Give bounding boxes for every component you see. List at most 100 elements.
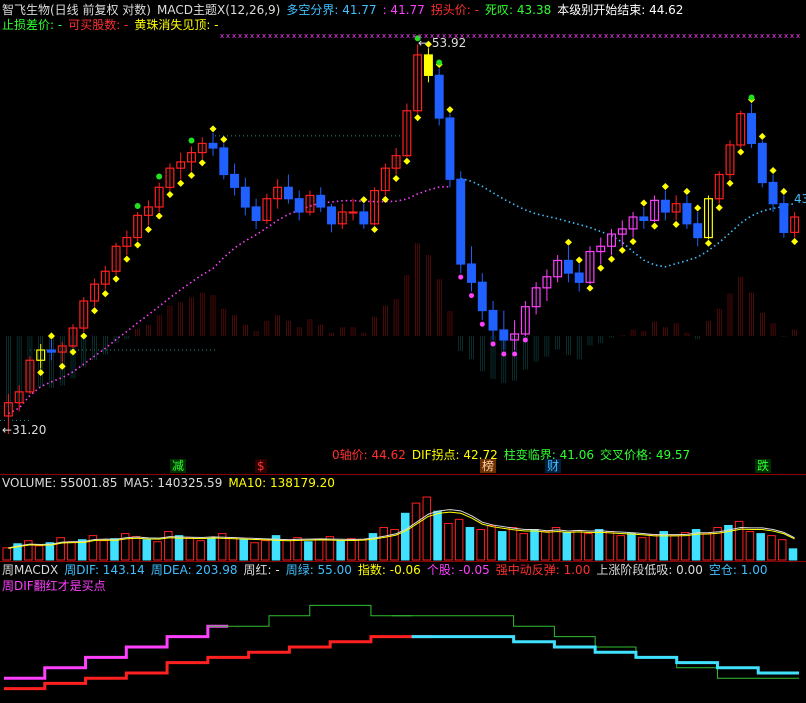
yellow-marker xyxy=(123,255,131,263)
macd-note-text: 周DIF翻红才是买点 xyxy=(2,579,106,593)
top-x-marker: x xyxy=(724,34,728,40)
candle-body xyxy=(477,281,487,312)
volume-bar xyxy=(637,537,647,561)
low-price-label: ←31.20 xyxy=(2,423,47,437)
top-x-marker: x xyxy=(538,34,542,40)
yellow-marker xyxy=(726,179,734,187)
volume-bar xyxy=(2,547,12,561)
top-x-marker: x xyxy=(406,34,410,40)
volume-bar xyxy=(487,524,496,561)
event-tag-2: 榜 xyxy=(480,459,497,473)
yellow-marker xyxy=(758,132,766,140)
ma-line-magenta xyxy=(8,185,450,415)
top-x-marker: x xyxy=(634,34,638,40)
dea-line-red xyxy=(4,635,433,691)
macd-header-item-4: 周绿: 55.00 xyxy=(285,563,352,577)
volume-bar xyxy=(164,531,173,561)
top-x-marker: x xyxy=(562,34,566,40)
divider-main-volume xyxy=(0,474,806,475)
top-x-marker: x xyxy=(772,34,776,40)
top-x-marker: x xyxy=(604,34,608,40)
dif-line-magenta xyxy=(4,624,229,680)
top-x-marker: x xyxy=(670,34,674,40)
macd-header-item-9: 空仓: 1.00 xyxy=(708,563,768,577)
top-x-marker: x xyxy=(478,34,482,40)
macd-header: 周MACDX 周DIF: 143.14 周DEA: 203.98 周红: - 周绿: 5… xyxy=(2,563,773,577)
volume-bar xyxy=(767,535,776,561)
volume-bar xyxy=(34,545,44,561)
top-x-marker: x xyxy=(262,34,266,40)
volume-bar xyxy=(357,539,367,561)
magenta-dot xyxy=(479,321,485,327)
candle-body xyxy=(283,186,293,200)
top-x-marker: x xyxy=(616,34,620,40)
volume-header-item-0: VOLUME: 55001.85 xyxy=(2,476,118,490)
candle-body xyxy=(456,178,466,265)
high-price-label: ← 53.92 xyxy=(418,36,467,50)
yellow-marker xyxy=(166,191,174,199)
top-x-marker: x xyxy=(274,34,278,40)
volume-bar xyxy=(605,531,615,561)
yellow-marker xyxy=(155,212,163,220)
green-dot xyxy=(436,59,443,66)
header-item-5: 死叹: 43.38 xyxy=(485,3,552,17)
yellow-marker xyxy=(414,114,422,122)
candle-body xyxy=(747,113,757,145)
top-x-marker: x xyxy=(322,34,326,40)
volume-bar xyxy=(508,527,518,561)
top-x-marker: x xyxy=(358,34,362,40)
top-x-marker: x xyxy=(340,34,344,40)
macd-chart xyxy=(4,604,799,691)
magenta-dot xyxy=(490,341,496,347)
macd-header-item-0: 周MACDX xyxy=(2,563,59,577)
volume-bar xyxy=(99,540,108,561)
yellow-marker xyxy=(575,256,583,264)
top-x-marker: x xyxy=(760,34,764,40)
volume-bar xyxy=(67,541,76,561)
volume-chart xyxy=(2,496,798,561)
header-item-2-2: 黄珠消失见顶: - xyxy=(134,18,219,32)
volume-bar xyxy=(519,533,529,561)
top-x-marker: x xyxy=(658,34,662,40)
dea-line-cyan xyxy=(411,635,799,675)
header-line-1: 智飞生物(日线 前复权 对数) MACD主题X(12,26,9) 多空分界: 41.… xyxy=(2,3,689,17)
volume-header-item-1: MA5: 140325.59 xyxy=(123,476,223,490)
top-x-marker: x xyxy=(544,34,548,40)
top-x-marker: x xyxy=(388,34,392,40)
yellow-marker xyxy=(446,106,454,114)
volume-bar xyxy=(304,541,313,561)
top-x-marker: x xyxy=(400,34,404,40)
candle-body xyxy=(693,223,703,239)
volume-bar xyxy=(476,529,485,561)
volume-bar xyxy=(293,537,302,561)
header-item-1: MACD主题X(12,26,9) xyxy=(157,3,281,17)
candle-body xyxy=(488,309,498,331)
header-item-2-1: 可买股数: - xyxy=(68,18,129,32)
top-x-marker: x xyxy=(520,34,524,40)
top-x-marker: x xyxy=(310,34,314,40)
yellow-marker xyxy=(586,284,594,292)
top-x-marker: x xyxy=(652,34,656,40)
volume-bar xyxy=(562,532,572,561)
yellow-marker xyxy=(47,332,56,340)
yellow-marker xyxy=(177,179,185,187)
green-dot xyxy=(156,173,163,180)
yellow-marker xyxy=(683,187,691,195)
volume-bar xyxy=(239,539,248,561)
top-x-marker: x xyxy=(568,34,572,40)
volume-bar xyxy=(314,539,324,561)
candle-body xyxy=(294,198,304,213)
volume-bar xyxy=(681,532,690,561)
volume-bar xyxy=(250,542,259,561)
magenta-dot xyxy=(522,337,528,343)
candle-body xyxy=(230,173,240,188)
top-x-marker: x xyxy=(526,34,530,40)
candle-body xyxy=(348,211,358,214)
green-dot xyxy=(188,137,195,144)
top-x-marker: x xyxy=(490,34,494,40)
yellow-marker xyxy=(780,187,788,195)
top-x-marker: x xyxy=(250,34,254,40)
macd-header-item-2: 周DEA: 203.98 xyxy=(150,563,238,577)
event-tag-3: 财 xyxy=(545,459,562,473)
candle-body xyxy=(779,203,789,233)
